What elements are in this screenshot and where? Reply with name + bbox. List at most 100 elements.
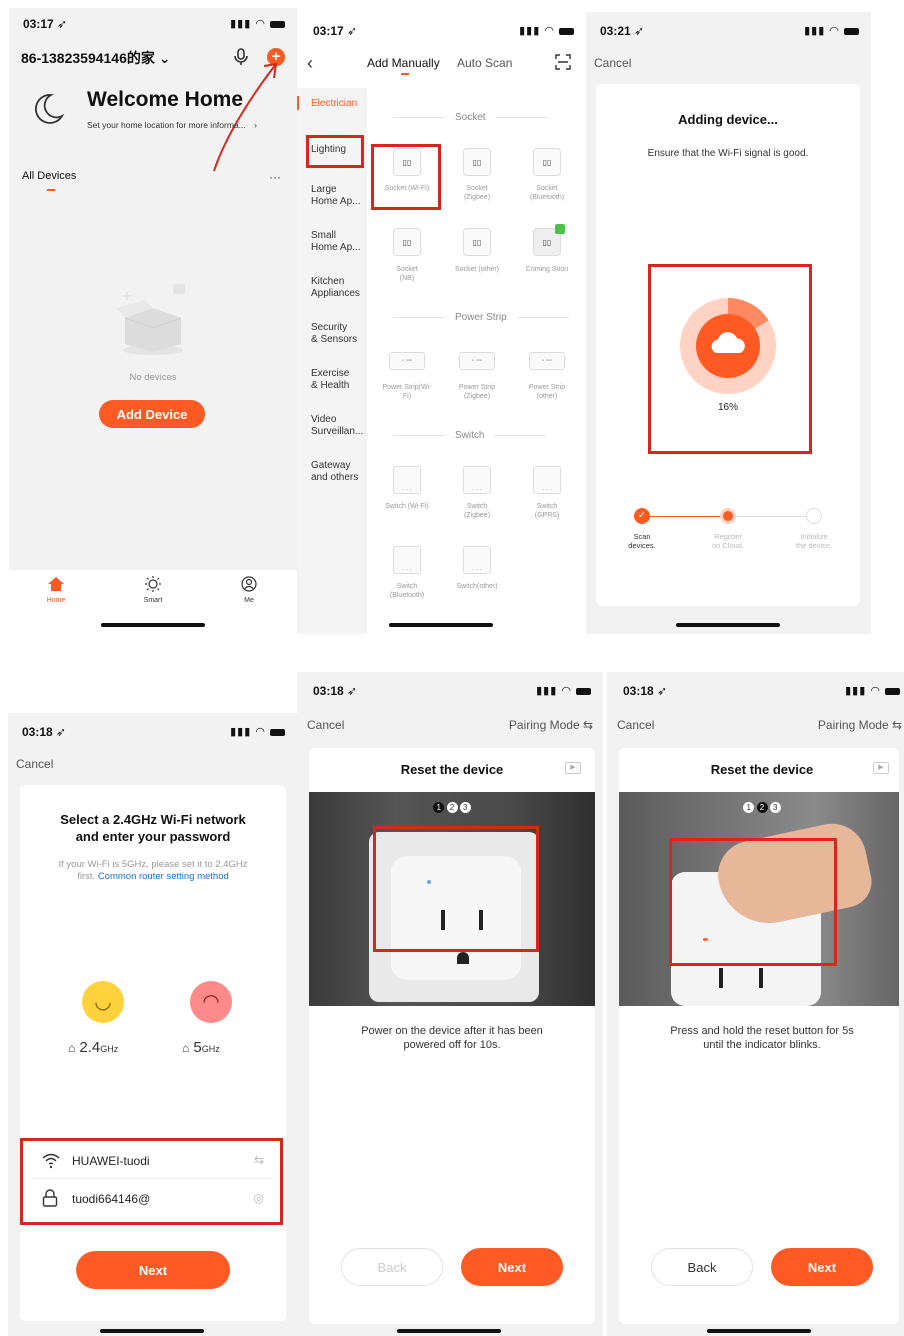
wifi-next-button[interactable]: Next bbox=[76, 1251, 230, 1289]
switch-gprs-label: Switch (GPRS) bbox=[534, 503, 560, 519]
tab-smart[interactable]: Smart bbox=[133, 576, 173, 604]
video-icon[interactable]: ▶ bbox=[873, 762, 889, 774]
home-indicator bbox=[101, 623, 205, 627]
category-small-home-appliances[interactable]: Small Home Ap... bbox=[311, 230, 360, 254]
cancel-link[interactable]: Cancel bbox=[617, 718, 654, 732]
pairing-mode-link[interactable]: Pairing Mode ⇆ bbox=[818, 718, 902, 732]
qr-scan-icon[interactable] bbox=[555, 54, 571, 75]
coming-soon-badge-icon bbox=[555, 224, 565, 234]
power-strip-other-tile[interactable]: ▫ ▫▫▫ bbox=[529, 352, 565, 370]
power-strip-other-label: Power Strip (other) bbox=[528, 384, 566, 400]
home-indicator bbox=[397, 1329, 501, 1333]
section-power-strip: Power Strip bbox=[383, 312, 579, 323]
socket-other-tile[interactable]: ▯▯ bbox=[463, 228, 491, 256]
battery-icon bbox=[885, 687, 900, 695]
step-active-icon bbox=[720, 508, 736, 524]
highlight-plug bbox=[373, 826, 539, 952]
step-dot-3: 3 bbox=[769, 802, 781, 813]
band-24ghz: ⌂ 2.4GHz bbox=[68, 1039, 118, 1056]
happy-face-icon: ◡ bbox=[82, 981, 124, 1023]
step-done-icon: ✓ bbox=[634, 508, 650, 524]
screen-home: 03:17 ➶ ▮▮▮ ◠ 86-13823594146的家 ⌄ + Welco… bbox=[9, 8, 297, 634]
status-time: 03:18 ➶ bbox=[623, 684, 668, 698]
reset-card: Reset the device ▶ 1 2 3 Press and hold … bbox=[619, 748, 899, 1324]
switch-other-tile[interactable]: - - - bbox=[463, 546, 491, 574]
adding-subtitle: Ensure that the Wi-Fi signal is good. bbox=[647, 148, 809, 159]
reset-title: Reset the device bbox=[400, 762, 504, 777]
step-dot-1: 1 bbox=[433, 802, 445, 813]
home-indicator bbox=[100, 1329, 204, 1333]
chevron-right-icon: › bbox=[254, 120, 257, 130]
cancel-link[interactable]: Cancel bbox=[594, 56, 631, 70]
status-time: 03:17 ➶ bbox=[313, 24, 358, 38]
tab-home[interactable]: Home bbox=[36, 576, 76, 604]
tab-me-label: Me bbox=[244, 597, 254, 604]
all-devices-tab[interactable]: All Devices bbox=[22, 170, 76, 182]
tab-underline bbox=[401, 73, 409, 75]
power-strip-wifi-tile[interactable]: ▫ ▫▫▫ bbox=[389, 352, 425, 370]
home-selector[interactable]: 86-13823594146的家 ⌄ bbox=[21, 48, 171, 68]
battery-icon bbox=[559, 27, 574, 35]
steps-line bbox=[642, 516, 728, 517]
socket-nb-tile[interactable]: ▯▯ bbox=[393, 228, 421, 256]
next-button[interactable]: Next bbox=[771, 1248, 873, 1286]
tab-auto-scan[interactable]: Auto Scan bbox=[457, 56, 512, 70]
step-pending-icon bbox=[806, 508, 822, 524]
power-strip-zigbee-tile[interactable]: ▫ ▫▫▫ bbox=[459, 352, 495, 370]
pairing-mode-link[interactable]: Pairing Mode ⇆ bbox=[509, 718, 593, 732]
switch-wifi-tile[interactable]: - - - bbox=[393, 466, 421, 494]
back-button[interactable]: Back bbox=[651, 1248, 753, 1286]
wifi-title: Select a 2.4GHz Wi-Fi network and enter … bbox=[60, 812, 246, 844]
location-hint[interactable]: Set your home location for more informa.… bbox=[87, 120, 257, 130]
wifi-hint: If your Wi-Fi is 5GHz, please set it to … bbox=[58, 859, 248, 882]
band-5ghz: ⌂ 5GHz bbox=[182, 1039, 220, 1056]
category-video-surveillance[interactable]: Video Surveillan... bbox=[311, 414, 363, 438]
reset-description: Power on the device after it has been po… bbox=[361, 1025, 543, 1051]
cancel-link[interactable]: Cancel bbox=[307, 718, 344, 732]
add-device-button[interactable]: Add Device bbox=[99, 400, 205, 428]
highlight-press-button bbox=[669, 838, 837, 966]
switch-gprs-tile[interactable]: - - - bbox=[533, 466, 561, 494]
socket-bluetooth-label: Socket (Bluetooth) bbox=[529, 185, 565, 201]
reset-title: Reset the device bbox=[710, 762, 814, 777]
annotation-arrow bbox=[213, 62, 278, 172]
status-time: 03:21 ➶ bbox=[600, 24, 645, 38]
socket-bluetooth-tile[interactable]: ▯▯ bbox=[533, 148, 561, 176]
step-dots: 1 2 3 bbox=[619, 802, 904, 813]
switch-zigbee-tile[interactable]: - - - bbox=[463, 466, 491, 494]
tab-add-manually[interactable]: Add Manually bbox=[367, 56, 440, 70]
category-sidebar bbox=[297, 88, 367, 634]
cancel-link[interactable]: Cancel bbox=[16, 757, 53, 771]
empty-state-text: No devices bbox=[129, 372, 177, 383]
status-icons: ▮▮▮ ◠ bbox=[230, 725, 285, 738]
band-24ghz-value: 2.4 bbox=[79, 1039, 101, 1056]
steps-line-pending bbox=[728, 516, 814, 517]
router-setting-link[interactable]: Common router setting method bbox=[98, 871, 229, 882]
section-socket: Socket bbox=[383, 112, 558, 123]
band-5ghz-unit: GHz bbox=[201, 1044, 220, 1054]
more-options-icon[interactable]: ··· bbox=[269, 170, 281, 184]
tab-me[interactable]: Me bbox=[229, 576, 269, 604]
category-kitchen-appliances[interactable]: Kitchen Appliances bbox=[311, 276, 360, 300]
step-register-label: Register on Cloud. bbox=[711, 532, 745, 550]
step-dot-1: 1 bbox=[743, 802, 755, 813]
socket-zigbee-tile[interactable]: ▯▯ bbox=[463, 148, 491, 176]
back-icon[interactable]: ‹ bbox=[307, 53, 313, 74]
next-button[interactable]: Next bbox=[461, 1248, 563, 1286]
category-exercise-health[interactable]: Exercise & Health bbox=[311, 368, 349, 392]
category-security-sensors[interactable]: Security & Sensors bbox=[311, 322, 357, 346]
status-time: 03:18 ➶ bbox=[313, 684, 358, 698]
status-time: 03:18 ➶ bbox=[22, 725, 67, 739]
moon-icon bbox=[31, 92, 65, 131]
status-icons: ▮▮▮ ◠ bbox=[845, 684, 900, 697]
switch-bluetooth-tile[interactable]: - - - bbox=[393, 546, 421, 574]
screen-adding-device: 03:21 ➶ ▮▮▮ ◠ Cancel Adding device... En… bbox=[586, 12, 871, 634]
adding-title: Adding device... bbox=[678, 112, 778, 127]
category-gateway[interactable]: Gateway and others bbox=[311, 460, 358, 484]
home-icon bbox=[48, 577, 64, 591]
category-large-home-appliances[interactable]: Large Home Ap... bbox=[311, 184, 360, 208]
step-dot-2: 2 bbox=[756, 802, 768, 813]
video-icon[interactable]: ▶ bbox=[565, 762, 581, 774]
category-electrician[interactable]: Electrician bbox=[311, 98, 357, 110]
plug-slot-right bbox=[759, 968, 763, 988]
